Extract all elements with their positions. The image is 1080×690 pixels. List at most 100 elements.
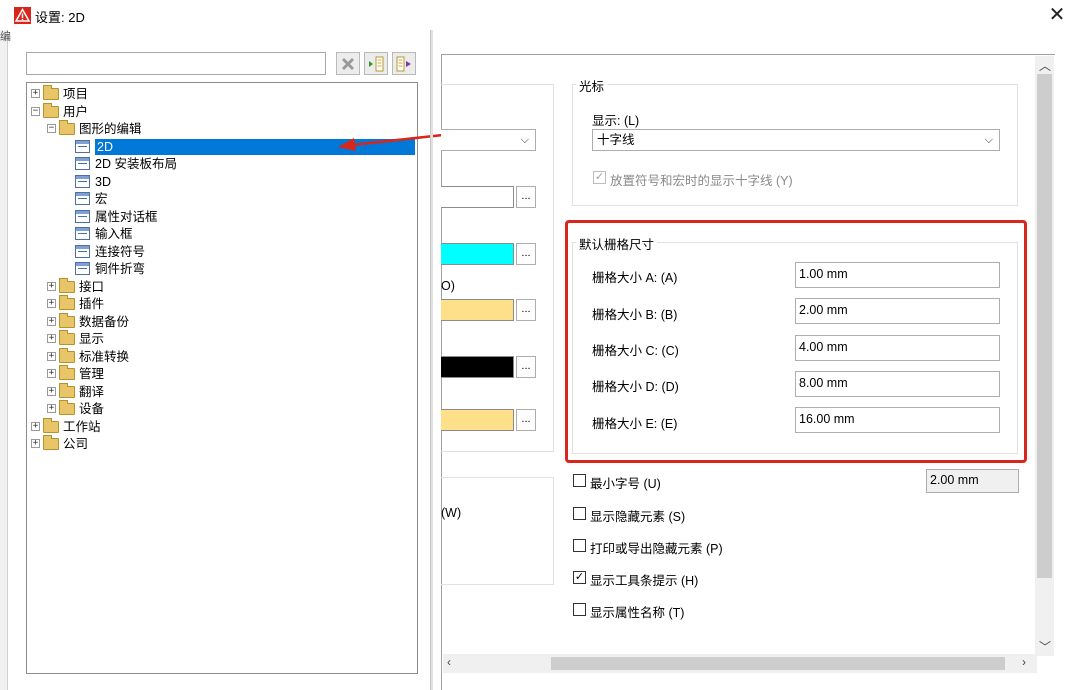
tree-item-label: 宏 [95,191,108,206]
color-picker-button-3[interactable]: ... [516,299,536,321]
folder-icon [59,347,75,363]
tree-item-project[interactable]: + 项目 [31,84,89,102]
tree-item-property-dialog[interactable]: 属性对话框 [75,208,158,225]
tree-item-device[interactable]: + 设备 [47,399,104,417]
search-input[interactable] [26,52,326,75]
tree-item-workstation[interactable]: + 工作站 [31,417,101,435]
tree-item-backup[interactable]: + 数据备份 [47,312,129,330]
tree-item-3d[interactable]: 3D [75,173,111,190]
tree-item-plugins[interactable]: + 插件 [47,294,105,312]
expand-icon[interactable]: + [47,282,56,291]
collapse-icon[interactable]: − [31,107,40,116]
tree-item-display[interactable]: + 显示 [47,329,104,347]
folder-icon [43,434,59,450]
panel-splitter[interactable] [430,30,433,690]
tree-item-label: 图形的编辑 [79,121,142,136]
expand-icon[interactable]: + [31,439,40,448]
min-font-input[interactable]: 2.00 mm [926,469,1019,493]
collapse-tree-button[interactable] [392,52,416,75]
settings-page-icon [75,245,90,258]
color-picker-button-2[interactable]: ... [516,243,536,265]
tree-item-label: 插件 [79,296,105,311]
expand-icon[interactable]: + [47,299,56,308]
show-property-names-label: 显示属性名称 (T) [590,606,685,620]
color-picker-button-5[interactable]: ... [516,409,536,431]
clear-filter-button[interactable] [336,52,360,75]
cursor-display-select[interactable]: 十字线 ⌵ [592,129,1000,151]
tree-item-company[interactable]: + 公司 [31,434,89,452]
settings-page-icon [75,210,90,223]
color-picker-button-4[interactable]: ... [516,356,536,378]
settings-tree[interactable]: + 项目 − 用户 − 图形的编辑 2D 2D 安装板布局 3D 宏 属性对话框… [26,82,418,674]
color-picker-button-1[interactable]: ... [516,186,536,208]
folder-icon [59,382,75,398]
chevron-down-icon: ⌵ [984,134,993,146]
settings-page-icon [75,140,90,153]
scroll-left-icon[interactable]: ‹ [447,655,451,669]
settings-page-icon [75,227,90,240]
expand-icon[interactable]: + [47,317,56,326]
horizontal-scroll-thumb[interactable] [551,657,1005,670]
folder-icon [59,364,75,380]
collapse-icon[interactable]: − [47,124,56,133]
color-swatch-4[interactable] [441,356,514,378]
tree-item-macro[interactable]: 宏 [75,190,108,207]
settings-page-icon [75,262,90,275]
scroll-down-icon[interactable]: ﹀ [1039,638,1051,655]
folder-icon [59,294,75,310]
print-hidden-label: 打印或导出隐藏元素 (P) [590,542,723,556]
chevron-down-icon: ⌵ [520,134,529,146]
color-swatch-5[interactable] [441,409,514,431]
close-button[interactable]: ✕ [1046,4,1068,26]
expand-tree-button[interactable] [364,52,388,75]
expand-icon[interactable]: + [31,89,40,98]
tree-item-input-box[interactable]: 输入框 [75,225,133,242]
expand-icon[interactable]: + [47,404,56,413]
tree-item-2d-panel-layout[interactable]: 2D 安装板布局 [75,155,177,172]
partial-group-2 [441,477,554,585]
expand-icon[interactable]: + [47,334,56,343]
color-swatch-2[interactable] [441,243,514,265]
tree-item-standard-conversion[interactable]: + 标准转换 [47,347,129,365]
crosshair-checkbox[interactable]: ✓ [593,171,606,184]
tree-item-management[interactable]: + 管理 [47,364,104,382]
tree-item-label: 公司 [63,436,89,451]
folder-icon [43,102,59,118]
expand-icon[interactable]: + [47,352,56,361]
color-swatch-1[interactable] [441,186,514,208]
crosshair-checkbox-label: 放置符号和宏时的显示十字线 (Y) [610,174,793,188]
tree-item-label: 项目 [63,86,89,101]
tree-item-interface[interactable]: + 接口 [47,277,104,295]
scroll-up-icon[interactable]: ︿ [1039,57,1051,74]
partial-label-o: O) [441,279,455,293]
tree-item-graphic-editing[interactable]: − 图形的编辑 [47,119,142,137]
expand-icon[interactable]: + [47,387,56,396]
color-swatch-3[interactable] [441,299,514,321]
expand-icon[interactable]: + [47,369,56,378]
partial-combo[interactable]: ⌵ [441,129,536,151]
partial-label-w: (W) [441,506,462,520]
tree-item-connection-symbol[interactable]: 连接符号 [75,243,145,260]
tree-item-label: 铜件折弯 [95,261,146,276]
tree-item-label: 输入框 [95,226,133,241]
window-title: 设置: 2D [35,10,85,25]
collapse-arrow-icon [396,56,411,71]
vertical-scroll-thumb[interactable] [1037,74,1052,578]
print-hidden-checkbox[interactable] [573,539,586,552]
scroll-right-icon[interactable]: › [1022,655,1026,669]
tree-item-label: 2D 安装板布局 [95,156,177,171]
min-font-checkbox[interactable] [573,474,586,487]
tree-item-label: 属性对话框 [95,209,158,224]
expand-icon[interactable]: + [31,422,40,431]
tree-item-translation[interactable]: + 翻译 [47,382,104,400]
cursor-group-title: 光标 [576,76,608,95]
tree-item-label: 工作站 [63,419,101,434]
settings-page-icon [75,157,90,170]
show-hidden-checkbox[interactable] [573,507,586,520]
toolbar-tips-label: 显示工具条提示 (H) [590,574,699,588]
tree-item-user[interactable]: − 用户 [31,102,88,120]
toolbar-tips-checkbox[interactable]: ✓ [573,571,586,584]
settings-page-icon [75,175,90,188]
show-property-names-checkbox[interactable] [573,603,586,616]
tree-item-copper-bending[interactable]: 铜件折弯 [75,260,145,277]
